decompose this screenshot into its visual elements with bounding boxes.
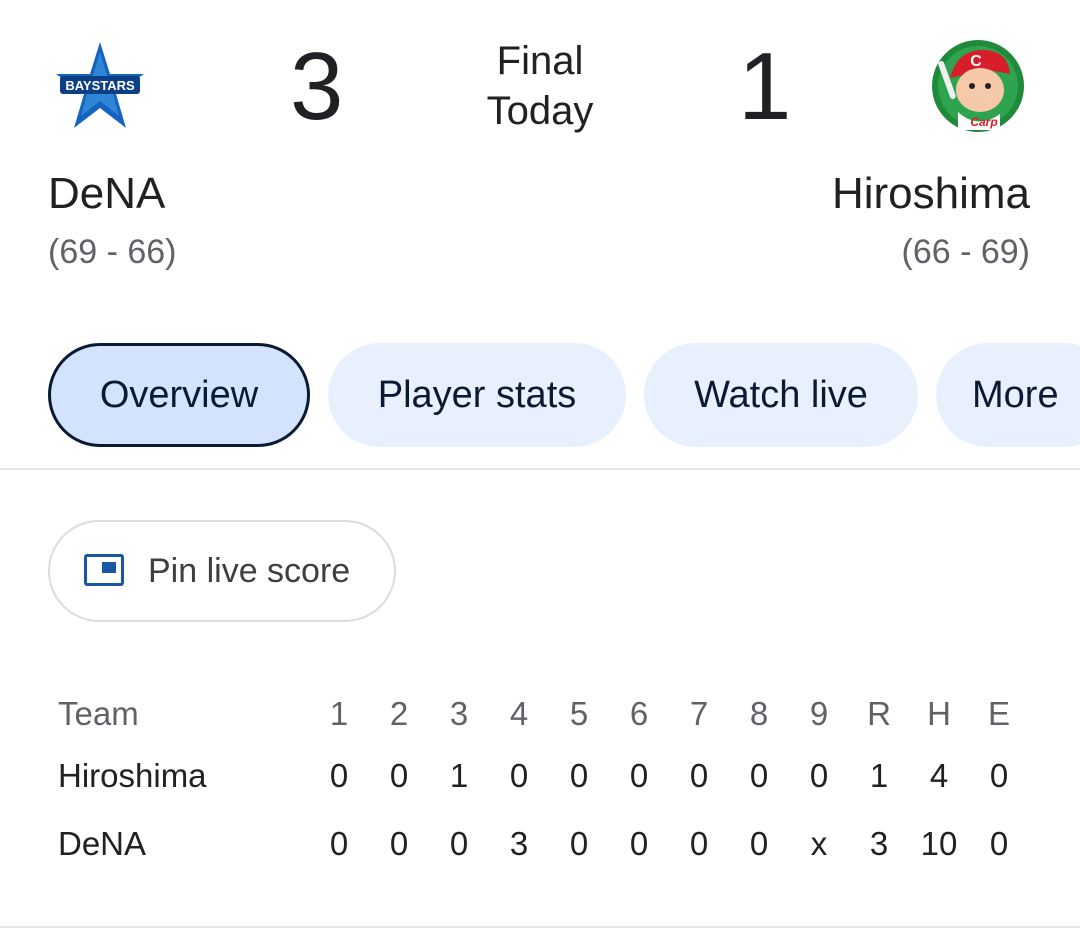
- linescore-cell: 0: [389, 825, 409, 862]
- pin-live-score-label: Pin live score: [148, 552, 351, 590]
- status-final: Final: [496, 39, 584, 83]
- away-team-name[interactable]: Hiroshima: [832, 168, 1030, 220]
- linescore-cell: 0: [509, 757, 529, 794]
- linescore-cell: 0: [569, 757, 589, 794]
- linescore-cell: 0: [449, 825, 469, 862]
- linescore-cell: 1: [869, 757, 889, 794]
- tab-overview[interactable]: Overview: [48, 343, 310, 447]
- linescore-header-team: Team: [58, 695, 139, 732]
- carp-logo-icon[interactable]: C Carp: [928, 34, 1024, 132]
- home-score: 3: [290, 33, 344, 140]
- linescore-cell: 0: [809, 757, 829, 794]
- tab-player-stats[interactable]: Player stats: [328, 343, 626, 447]
- linescore-cell: 1: [449, 757, 469, 794]
- linescore-team-name[interactable]: Hiroshima: [58, 752, 207, 800]
- linescore-cell: 0: [989, 825, 1009, 862]
- linescore-header-cell: 1: [329, 695, 349, 732]
- tab-watch-live[interactable]: Watch live: [644, 343, 918, 447]
- pin-live-score-button[interactable]: Pin live score: [48, 520, 396, 622]
- away-score: 1: [738, 33, 792, 140]
- svg-text:C: C: [970, 53, 982, 70]
- linescore-header-cell: 3: [449, 695, 469, 732]
- linescore-header-cell: R: [867, 695, 891, 732]
- linescore-cell: 0: [689, 757, 709, 794]
- linescore-cell: 0: [689, 825, 709, 862]
- linescore-header-cell: 5: [569, 695, 589, 732]
- baystars-logo-icon[interactable]: BAYSTARS: [52, 38, 148, 134]
- linescore-cell: 0: [749, 757, 769, 794]
- away-team-record: (66 - 69): [901, 233, 1031, 271]
- home-team-name[interactable]: DeNA: [48, 168, 165, 220]
- tab-bar: Overview Player stats Watch live More: [0, 343, 1080, 451]
- linescore-team-name[interactable]: DeNA: [58, 820, 146, 868]
- linescore-cell: 3: [509, 825, 529, 862]
- status-date: Today: [486, 89, 594, 133]
- table-row: Hiroshima 0 0 1 0 0 0 0 0 0 1 4 0: [0, 752, 1080, 800]
- svg-text:Carp: Carp: [970, 115, 997, 129]
- linescore-cell: 0: [329, 825, 349, 862]
- svg-text:BAYSTARS: BAYSTARS: [65, 78, 135, 93]
- home-team-record: (69 - 66): [48, 233, 177, 271]
- game-status: Final Today: [440, 36, 640, 136]
- linescore-header-cell: H: [927, 695, 951, 732]
- linescore-header-cell: E: [987, 695, 1010, 732]
- linescore-header-cell: 9: [809, 695, 829, 732]
- linescore-cell: x: [810, 825, 828, 862]
- linescore-header-cell: 8: [749, 695, 769, 732]
- linescore-header-row: Team 1 2 3 4 5 6 7 8 9 R H E: [0, 690, 1080, 738]
- linescore-cell: 0: [629, 825, 649, 862]
- linescore-cell: 0: [329, 757, 349, 794]
- linescore-cell: 0: [989, 757, 1009, 794]
- linescore-header-cell: 6: [629, 695, 649, 732]
- linescore-cell: 0: [389, 757, 409, 794]
- bottom-divider: [0, 926, 1080, 928]
- linescore-cell: 0: [569, 825, 589, 862]
- pip-icon: [84, 554, 124, 586]
- linescore-header-cell: 4: [509, 695, 529, 732]
- linescore-cell: 3: [869, 825, 889, 862]
- table-row: DeNA 0 0 0 3 0 0 0 0 x 3 10 0: [0, 820, 1080, 868]
- linescore-cell: 4: [929, 757, 949, 794]
- linescore-header-cell: 2: [389, 695, 409, 732]
- linescore-cell: 0: [629, 757, 649, 794]
- linescore-header-cell: 7: [689, 695, 709, 732]
- score-card: BAYSTARS 3 Final Today 1 C Carp DeNA Hir…: [0, 0, 1080, 929]
- linescore-cell: 10: [920, 825, 958, 862]
- tabs-divider: [0, 468, 1080, 470]
- linescore-cell: 0: [749, 825, 769, 862]
- tab-more[interactable]: More: [936, 343, 1080, 447]
